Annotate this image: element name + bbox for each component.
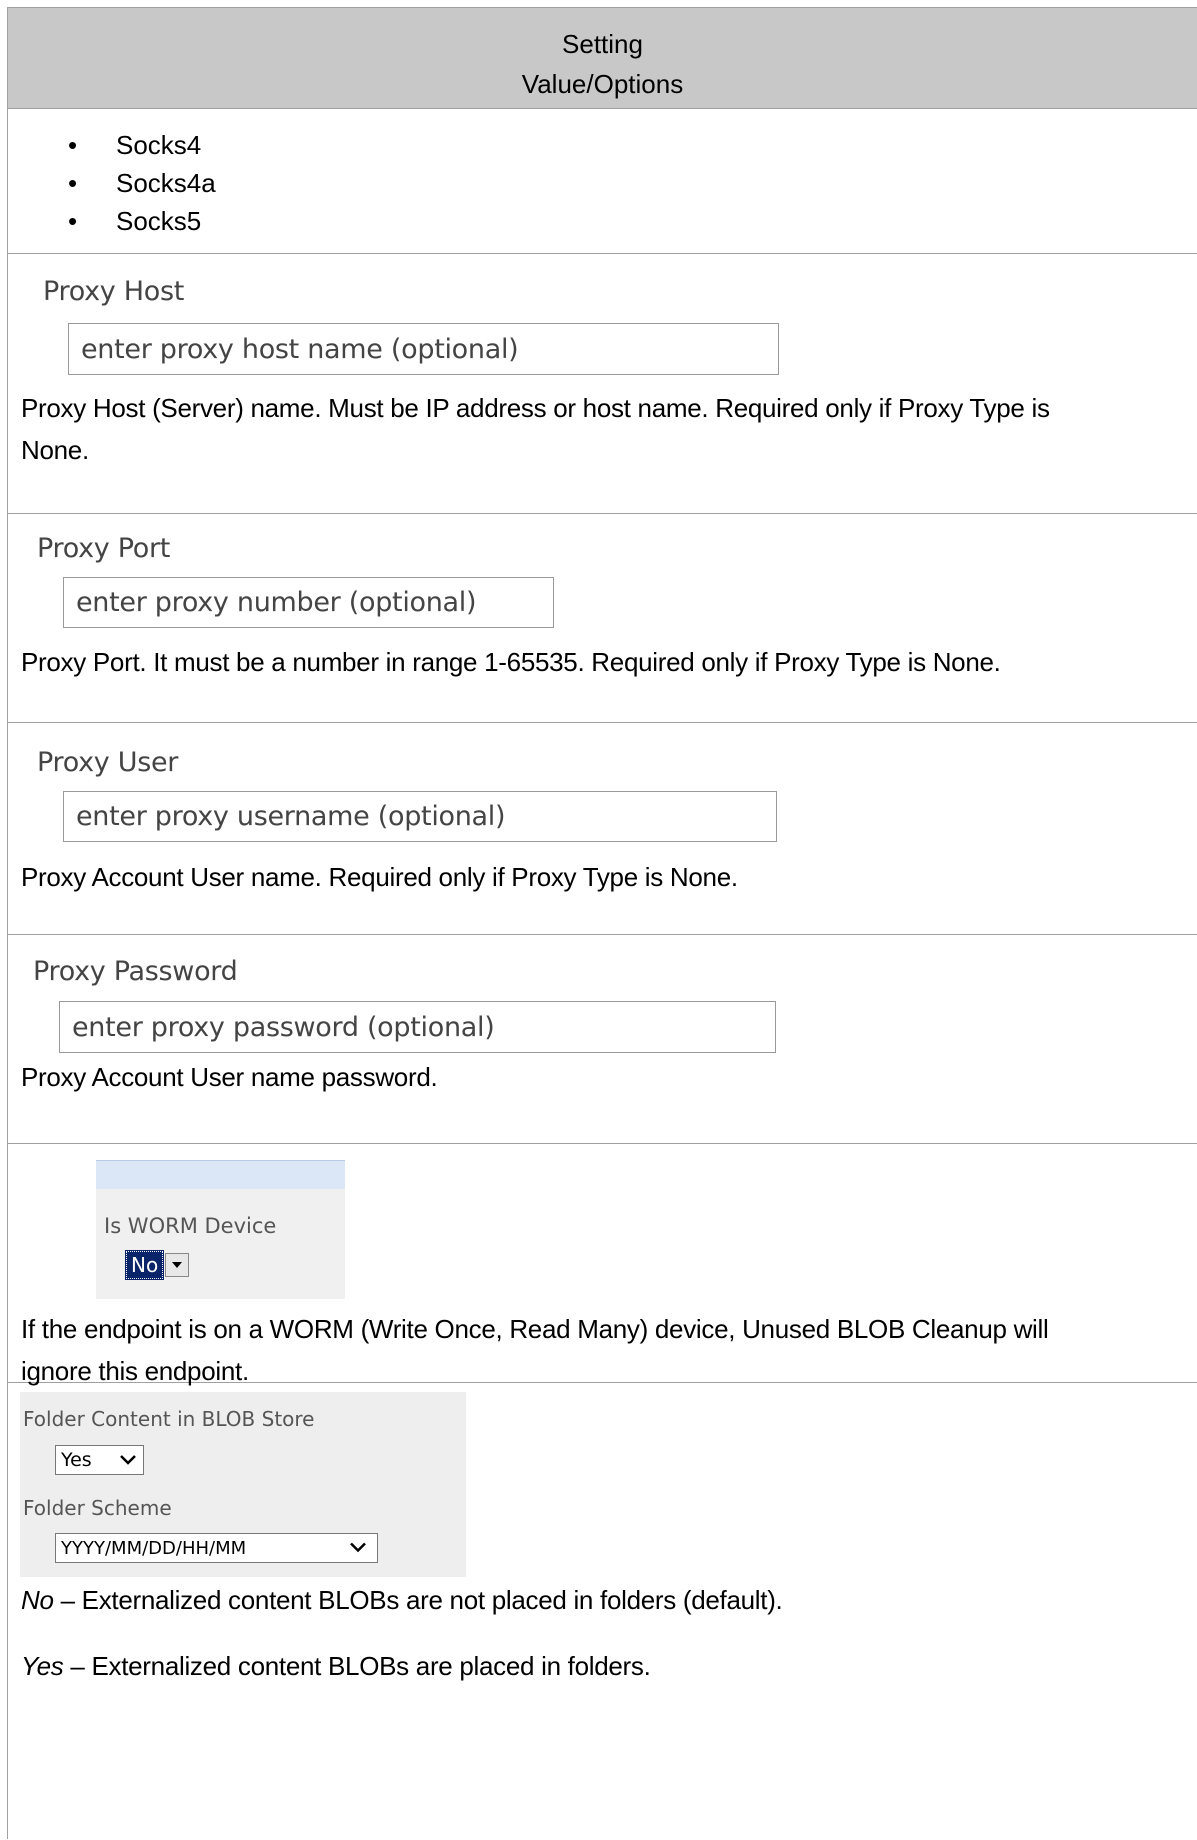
folder-scheme-label: Folder Scheme — [23, 1496, 172, 1520]
settings-table: Setting Value/Options Socks4 Socks4a Soc… — [7, 7, 1197, 1839]
proxy-user-input[interactable]: enter proxy username (optional) — [63, 791, 777, 842]
table-header: Setting Value/Options — [8, 8, 1197, 109]
worm-select[interactable]: No — [124, 1250, 190, 1280]
yes-text: – Externalized content BLOBs are placed … — [63, 1651, 651, 1681]
worm-panel: Is WORM Device No — [96, 1160, 345, 1299]
folder-scheme-select[interactable]: YYYY/MM/DD/HH/MM — [55, 1533, 378, 1563]
chevron-down-icon — [349, 1538, 367, 1559]
description-line: Proxy Host (Server) name. Must be IP add… — [21, 393, 1050, 423]
proxy-user-description: Proxy Account User name. Required only i… — [21, 862, 738, 892]
row-proxy-password: Proxy Password enter proxy password (opt… — [8, 935, 1197, 1144]
row-folder-content: Folder Content in BLOB Store Yes Folder … — [8, 1383, 1197, 1840]
yes-term: Yes — [21, 1651, 64, 1681]
proxy-password-label: Proxy Password — [33, 956, 238, 987]
row-proxy-types: Socks4 Socks4a Socks5 — [8, 109, 1197, 254]
header-setting: Setting — [562, 29, 643, 59]
proxy-user-label: Proxy User — [37, 747, 179, 778]
header-value-options: Value/Options — [521, 69, 684, 99]
description-line: If the endpoint is on a WORM (Write Once… — [21, 1314, 1049, 1344]
worm-panel-band — [96, 1160, 345, 1189]
folder-content-label: Folder Content in BLOB Store — [23, 1407, 315, 1431]
row-proxy-host: Proxy Host enter proxy host name (option… — [8, 254, 1197, 514]
folder-yes-description: Yes – Externalized content BLOBs are pla… — [21, 1645, 651, 1687]
list-item: Socks4 — [68, 126, 216, 164]
row-worm-device: Is WORM Device No If the endpoint is on … — [8, 1144, 1197, 1386]
row-proxy-user: Proxy User enter proxy username (optiona… — [8, 723, 1197, 935]
triangle-down-icon[interactable] — [165, 1253, 190, 1277]
folder-no-description: No – Externalized content BLOBs are not … — [21, 1579, 783, 1621]
folder-scheme-value: YYYY/MM/DD/HH/MM — [61, 1537, 247, 1559]
folder-content-select[interactable]: Yes — [55, 1445, 144, 1475]
list-item: Socks4a — [68, 164, 216, 202]
no-text: – Externalized content BLOBs are not pla… — [53, 1585, 783, 1615]
proxy-host-input[interactable]: enter proxy host name (optional) — [68, 323, 779, 375]
proxy-password-description: Proxy Account User name password. — [21, 1062, 438, 1092]
proxy-port-label: Proxy Port — [37, 533, 171, 564]
worm-label: Is WORM Device — [104, 1214, 277, 1238]
no-term: No — [21, 1585, 54, 1615]
worm-description: If the endpoint is on a WORM (Write Once… — [21, 1308, 1049, 1392]
proxy-type-list: Socks4 Socks4a Socks5 — [68, 126, 216, 240]
proxy-host-label: Proxy Host — [43, 276, 185, 307]
list-item: Socks5 — [68, 202, 216, 240]
proxy-port-description: Proxy Port. It must be a number in range… — [21, 647, 1001, 677]
folder-panel: Folder Content in BLOB Store Yes Folder … — [20, 1392, 466, 1577]
worm-selected-value: No — [124, 1250, 165, 1280]
folder-content-value: Yes — [61, 1449, 92, 1471]
proxy-host-description: Proxy Host (Server) name. Must be IP add… — [21, 387, 1050, 471]
proxy-password-input[interactable]: enter proxy password (optional) — [59, 1001, 776, 1053]
description-line: None. — [21, 435, 89, 465]
chevron-down-icon — [119, 1449, 137, 1471]
row-proxy-port: Proxy Port enter proxy number (optional)… — [8, 514, 1197, 723]
proxy-port-input[interactable]: enter proxy number (optional) — [63, 577, 554, 628]
